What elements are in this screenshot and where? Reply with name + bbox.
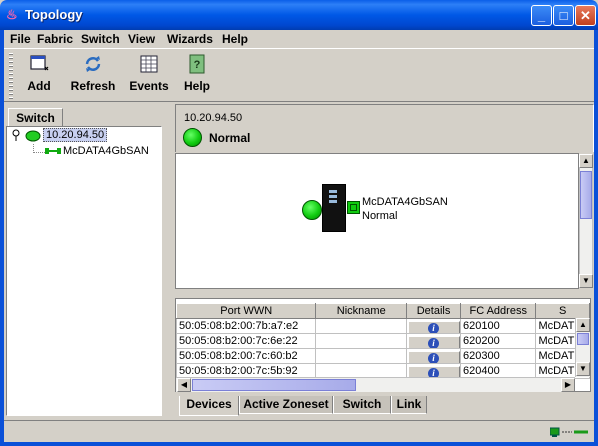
toolbar: Add Refresh Events ? Help — [4, 48, 594, 102]
details-button[interactable]: i — [407, 335, 460, 348]
col-switch[interactable]: S — [535, 303, 590, 319]
add-button[interactable]: Add — [24, 53, 54, 99]
cell-fc-address: 620100 — [460, 318, 537, 334]
tree-root-item[interactable]: 10.20.94.50 — [43, 128, 108, 142]
menu-bar: File Fabric Switch View Wizards Help — [4, 30, 594, 48]
menu-switch[interactable]: Switch — [81, 32, 120, 46]
scroll-down-button[interactable]: ▼ — [579, 274, 593, 288]
info-icon: i — [428, 352, 440, 363]
tab-switch-tree[interactable]: Switch — [8, 108, 63, 127]
scroll-up-button[interactable]: ▲ — [579, 154, 593, 168]
devices-grid: Port WWN Nickname Details FC Address S 5… — [176, 303, 590, 379]
table-vertical-scrollbar[interactable]: ▲ ▼ — [575, 318, 590, 377]
title-bar: ♨ Topology _ □ ✕ — [0, 0, 598, 30]
add-label: Add — [27, 79, 51, 93]
topology-node-name[interactable]: McDATA4GbSAN — [362, 196, 448, 208]
window-frame-bottom — [0, 442, 598, 446]
info-icon: i — [428, 322, 440, 333]
tab-switch[interactable]: Switch — [333, 396, 391, 414]
svg-text:?: ? — [194, 59, 201, 71]
tab-link[interactable]: Link — [391, 396, 427, 414]
help-button[interactable]: ? Help — [182, 53, 212, 99]
events-label: Events — [129, 79, 169, 93]
menu-view[interactable]: View — [128, 32, 155, 46]
topology-node-status: Normal — [362, 210, 398, 222]
table-scroll-right-button[interactable]: ▶ — [561, 378, 575, 392]
window-frame-right — [594, 30, 598, 446]
menu-fabric[interactable]: Fabric — [37, 32, 73, 46]
horizontal-splitter[interactable] — [175, 290, 594, 298]
cell-nickname[interactable] — [315, 318, 408, 334]
switch-tree[interactable]: 10.20.94.50 McDATA4GbSAN — [6, 126, 162, 416]
tab-devices[interactable]: Devices — [179, 396, 239, 416]
vertical-splitter[interactable] — [166, 104, 172, 418]
cell-port-wwn: 50:05:08:b2:00:7c:60:b2 — [176, 348, 317, 364]
topology-node-status-icon — [302, 200, 322, 220]
table-scroll-thumb[interactable] — [577, 333, 589, 345]
details-button[interactable]: i — [407, 320, 460, 333]
cell-port-wwn: 50:05:08:b2:00:7b:a7:e2 — [176, 318, 317, 334]
col-nickname[interactable]: Nickname — [315, 303, 408, 319]
scroll-thumb[interactable] — [580, 171, 592, 219]
refresh-label: Refresh — [70, 79, 116, 93]
maximize-button[interactable]: □ — [553, 5, 574, 26]
cell-nickname[interactable] — [315, 348, 408, 364]
add-icon — [30, 55, 49, 71]
help-book-icon: ? — [189, 54, 205, 74]
cell-port-wwn: 50:05:08:b2:00:7c:6e:22 — [176, 333, 317, 349]
window-title: Topology — [25, 7, 83, 22]
help-label: Help — [183, 79, 210, 93]
table-hscroll-thumb[interactable] — [192, 379, 356, 391]
menu-wizards[interactable]: Wizards — [167, 32, 213, 46]
table-scroll-left-button[interactable]: ◀ — [177, 378, 191, 392]
fabric-ip-label: 10.20.94.50 — [184, 112, 243, 124]
events-grid-icon — [140, 55, 158, 73]
fabric-status-icon — [183, 128, 202, 147]
table-row[interactable]: 50:05:08:b2:00:7b:a7:e2 i 620100 McDAT — [176, 318, 590, 334]
tab-switch-tree-label: Switch — [16, 111, 55, 125]
switch-chassis-icon[interactable] — [322, 184, 346, 232]
minimize-button[interactable]: _ — [531, 5, 552, 26]
table-horizontal-scrollbar[interactable]: ◀ ▶ — [176, 377, 575, 392]
col-port-wwn[interactable]: Port WWN — [176, 303, 317, 319]
menu-help[interactable]: Help — [222, 32, 248, 46]
refresh-button[interactable]: Refresh — [70, 53, 116, 99]
cell-fc-address: 620200 — [460, 333, 537, 349]
events-button[interactable]: Events — [128, 53, 170, 99]
refresh-icon — [85, 56, 101, 72]
tree-connector — [33, 144, 45, 153]
java-app-icon: ♨ — [6, 7, 18, 22]
fabric-status-label: Normal — [209, 131, 251, 145]
tree-child-item[interactable]: McDATA4GbSAN — [63, 145, 149, 157]
table-row[interactable]: 50:05:08:b2:00:7c:60:b2 i 620300 McDAT — [176, 348, 590, 364]
network-icon — [550, 427, 588, 437]
table-scroll-up-button[interactable]: ▲ — [576, 318, 590, 332]
details-button[interactable]: i — [407, 350, 460, 363]
switch-port-icon — [347, 201, 360, 214]
menu-file[interactable]: File — [10, 32, 31, 46]
cell-fc-address: 620300 — [460, 348, 537, 364]
fabric-node-icon — [25, 130, 41, 145]
col-fc-address[interactable]: FC Address — [460, 303, 537, 319]
close-button[interactable]: ✕ — [575, 5, 596, 26]
tree-root-label: 10.20.94.50 — [43, 128, 108, 142]
info-icon: i — [428, 337, 440, 348]
table-scroll-down-button[interactable]: ▼ — [576, 362, 590, 376]
col-details[interactable]: Details — [406, 303, 462, 319]
cell-nickname[interactable] — [315, 333, 408, 349]
table-row[interactable]: 50:05:08:b2:00:7c:6e:22 i 620200 McDAT — [176, 333, 590, 349]
tab-active-zoneset[interactable]: Active Zoneset — [239, 396, 333, 414]
canvas-vertical-scrollbar[interactable]: ▲ ▼ — [579, 154, 593, 288]
bottom-tab-strip: Devices Active Zoneset Switch Link — [175, 396, 594, 416]
switch-node-icon — [45, 146, 61, 159]
status-bar — [4, 420, 594, 442]
tree-expand-handle[interactable] — [11, 129, 21, 144]
toolbar-grip[interactable] — [9, 53, 13, 99]
